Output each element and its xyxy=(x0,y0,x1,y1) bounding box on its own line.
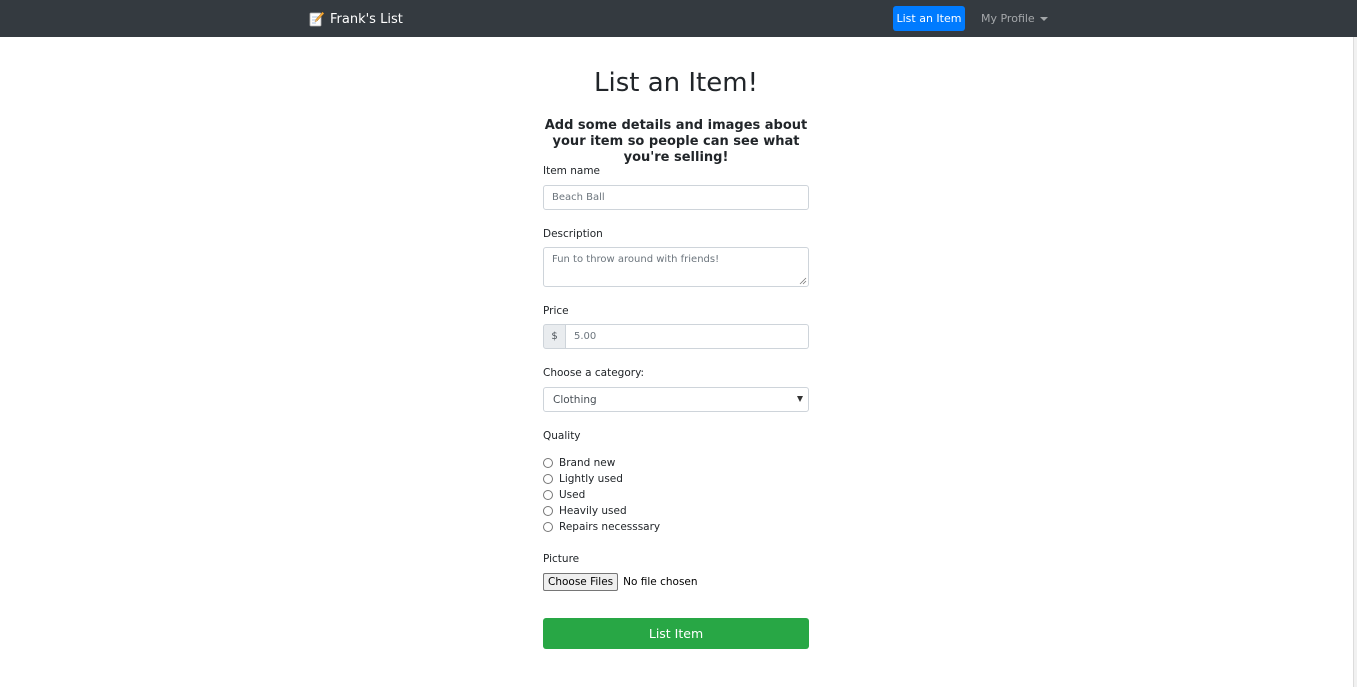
radio-button[interactable] xyxy=(543,474,553,484)
description-textarea[interactable]: Fun to throw around with friends! xyxy=(543,247,809,287)
caret-down-icon xyxy=(1039,16,1048,21)
quality-option-lightly-used[interactable]: Lightly used xyxy=(543,472,623,486)
my-profile-dropdown[interactable]: My Profile xyxy=(981,12,1048,25)
list-item-submit-button[interactable]: List Item xyxy=(543,618,809,649)
quality-label: Quality xyxy=(543,430,581,442)
category-select[interactable]: Clothing xyxy=(543,387,809,412)
category-label: Choose a category: xyxy=(543,367,645,379)
quality-option-repairs-necessary[interactable]: Repairs necesssary xyxy=(543,520,660,534)
description-placeholder: Fun to throw around with friends! xyxy=(552,254,720,265)
item-name-input[interactable]: Beach Ball xyxy=(543,185,809,210)
picture-label: Picture xyxy=(543,553,580,565)
memo-icon xyxy=(309,11,324,27)
quality-option-used[interactable]: Used xyxy=(543,488,585,502)
radio-button[interactable] xyxy=(543,458,553,468)
item-name-placeholder: Beach Ball xyxy=(552,192,605,203)
page-title: List an Item! xyxy=(594,68,758,98)
radio-label: Lightly used xyxy=(559,473,623,485)
radio-button[interactable] xyxy=(543,506,553,516)
top-navbar: Frank's List List an Item My Profile xyxy=(0,0,1357,37)
choose-files-button[interactable]: Choose Files xyxy=(543,573,619,591)
resize-handle-icon[interactable] xyxy=(799,277,807,285)
radio-button[interactable] xyxy=(543,490,553,500)
quality-option-brand-new[interactable]: Brand new xyxy=(543,456,615,470)
list-an-item-button[interactable]: List an Item xyxy=(893,6,965,31)
my-profile-label: My Profile xyxy=(981,12,1035,25)
brand-name: Frank's List xyxy=(330,11,403,27)
category-selected-value: Clothing xyxy=(553,393,597,406)
brand-link[interactable]: Frank's List xyxy=(309,9,403,29)
page-subtitle: Add some details and images about your i… xyxy=(544,118,808,165)
item-name-label: Item name xyxy=(543,165,601,177)
file-status-text: No file chosen xyxy=(623,576,698,588)
radio-label: Repairs necesssary xyxy=(559,521,661,533)
picture-file-input: Choose Files No file chosen xyxy=(543,573,698,591)
description-label: Description xyxy=(543,228,603,240)
quality-option-heavily-used[interactable]: Heavily used xyxy=(543,504,627,518)
dropdown-arrow-icon xyxy=(797,396,803,402)
radio-label: Brand new xyxy=(559,457,616,469)
radio-label: Used xyxy=(559,489,586,501)
price-placeholder: 5.00 xyxy=(574,331,597,342)
price-input[interactable]: 5.00 xyxy=(566,324,809,349)
currency-prefix: $ xyxy=(543,324,566,349)
radio-label: Heavily used xyxy=(559,505,627,517)
page-scrollbar[interactable] xyxy=(1353,37,1357,687)
radio-button[interactable] xyxy=(543,522,553,532)
price-label: Price xyxy=(543,305,569,317)
price-input-group: $ 5.00 xyxy=(543,324,809,349)
